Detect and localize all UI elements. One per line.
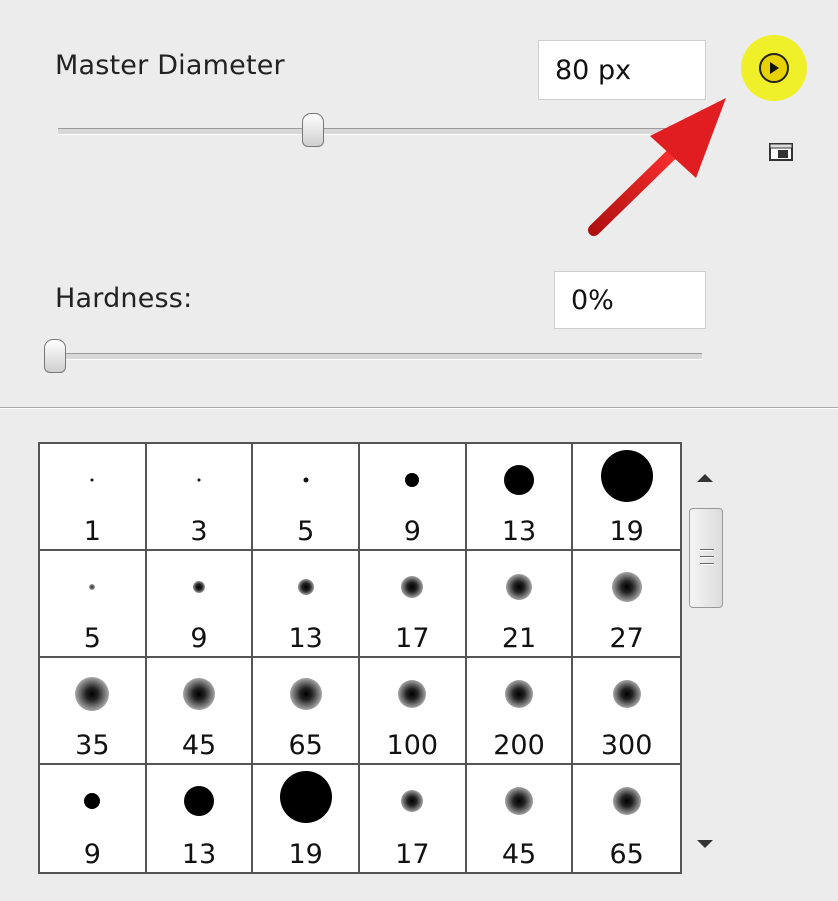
brush-size-label: 45	[181, 730, 217, 761]
master-diameter-label: Master Diameter	[55, 50, 285, 81]
brush-tip-preview	[504, 787, 533, 815]
red-annotation-arrow	[588, 98, 726, 236]
grip-line	[700, 549, 714, 551]
brush-tip-preview	[90, 478, 94, 482]
brush-size-label: 9	[83, 839, 101, 870]
brush-tip-preview	[89, 584, 96, 590]
brush-tip-preview	[401, 576, 424, 598]
brush-preset[interactable]: 300	[573, 658, 680, 765]
brush-size-label: 3	[190, 516, 208, 547]
brush-preset[interactable]: 65	[253, 658, 360, 765]
brush-preset[interactable]: 19	[573, 444, 680, 551]
grip-line	[700, 556, 714, 558]
brush-tip-preview	[398, 680, 427, 708]
scroll-down-icon[interactable]	[697, 840, 713, 848]
brush-tip-preview	[84, 793, 101, 809]
brush-preset[interactable]: 45	[146, 658, 254, 765]
brush-preset[interactable]: 35	[40, 658, 147, 765]
brush-size-label: 19	[288, 839, 323, 870]
brush-preset[interactable]: 200	[466, 658, 574, 765]
brush-tip-preview	[303, 477, 309, 483]
grip-line	[700, 563, 714, 565]
brush-tip-preview	[279, 771, 332, 823]
brush-size-label: 9	[403, 516, 421, 547]
brush-preset[interactable]: 45	[467, 765, 574, 872]
brush-tip-preview	[612, 680, 641, 708]
brush-preset[interactable]: 5	[40, 551, 147, 658]
master-diameter-slider-thumb[interactable]	[302, 113, 324, 147]
brush-size-label: 27	[609, 623, 644, 654]
brush-tip-preview	[600, 450, 653, 502]
brush-size-label: 17	[395, 839, 430, 870]
brush-tip-preview	[289, 678, 322, 710]
brush-size-label: 13	[288, 623, 323, 654]
brush-preset[interactable]: 3	[146, 444, 254, 551]
hardness-slider-track[interactable]	[50, 353, 702, 360]
brush-size-label: 19	[609, 516, 644, 547]
brush-size-label: 100	[386, 730, 439, 761]
brush-preset[interactable]: 1	[40, 444, 147, 551]
brush-preset[interactable]: 27	[573, 551, 680, 658]
brush-preset[interactable]: 17	[360, 765, 467, 872]
brush-size-label: 200	[493, 730, 545, 761]
brush-size-label: 1	[83, 516, 101, 547]
brush-size-label: 65	[609, 839, 644, 870]
brush-size-label: 45	[501, 839, 537, 870]
brush-preset[interactable]: 5	[253, 444, 360, 551]
brush-preset[interactable]: 21	[466, 551, 574, 658]
brush-tip-preview	[612, 787, 641, 815]
brush-tip-preview	[182, 678, 215, 710]
hardness-slider-thumb[interactable]	[44, 339, 66, 373]
brush-tip-preview	[197, 478, 201, 482]
brush-preset[interactable]: 13	[147, 765, 254, 872]
brush-preset[interactable]: 100	[359, 658, 467, 765]
brush-tip-preview	[75, 677, 110, 711]
brush-size-label: 35	[75, 730, 110, 761]
brush-size-label: 17	[395, 623, 430, 654]
brush-panel-menu-button[interactable]	[741, 35, 807, 101]
scroll-thumb[interactable]	[689, 508, 723, 608]
brush-preset[interactable]: 9	[359, 444, 467, 551]
brush-size-label: 13	[501, 516, 537, 547]
brush-tip-preview	[401, 790, 424, 812]
brush-preset[interactable]: 13	[466, 444, 574, 551]
preset-scrollbar[interactable]	[682, 442, 728, 874]
brush-size-label: 9	[190, 623, 208, 654]
brush-tip-preview	[505, 574, 532, 600]
brush-preset-grid: 1 3 5 9 13 19 5 9 13 17 21 27 35 45 65 1…	[38, 442, 682, 874]
scroll-up-icon[interactable]	[697, 474, 713, 482]
brush-size-label: 300	[600, 730, 653, 761]
brush-tip-preview	[611, 572, 642, 602]
brush-size-label: 5	[297, 516, 315, 547]
brush-tip-preview	[183, 786, 214, 816]
brush-tip-preview	[192, 581, 205, 593]
hardness-label: Hardness:	[55, 283, 193, 314]
brush-preset[interactable]: 17	[359, 551, 467, 658]
brush-preset[interactable]: 9	[40, 765, 147, 872]
brush-tip-preview	[297, 579, 314, 595]
brush-tip-preview	[405, 473, 420, 487]
section-divider	[0, 407, 838, 409]
play-triangle-icon	[759, 53, 789, 83]
brush-preset[interactable]: 13	[253, 551, 360, 658]
brush-size-label: 65	[288, 730, 323, 761]
brush-preset[interactable]: 65	[573, 765, 680, 872]
brush-preset[interactable]: 9	[146, 551, 254, 658]
brush-size-label: 5	[83, 623, 101, 654]
brush-size-label: 21	[501, 623, 537, 654]
brush-preset[interactable]: 19	[253, 765, 360, 872]
brush-tip-preview	[503, 465, 534, 495]
brush-size-label: 13	[181, 839, 217, 870]
create-new-preset-icon[interactable]	[768, 140, 796, 162]
brush-tip-preview	[504, 680, 533, 708]
hardness-input[interactable]: 0%	[554, 271, 706, 329]
